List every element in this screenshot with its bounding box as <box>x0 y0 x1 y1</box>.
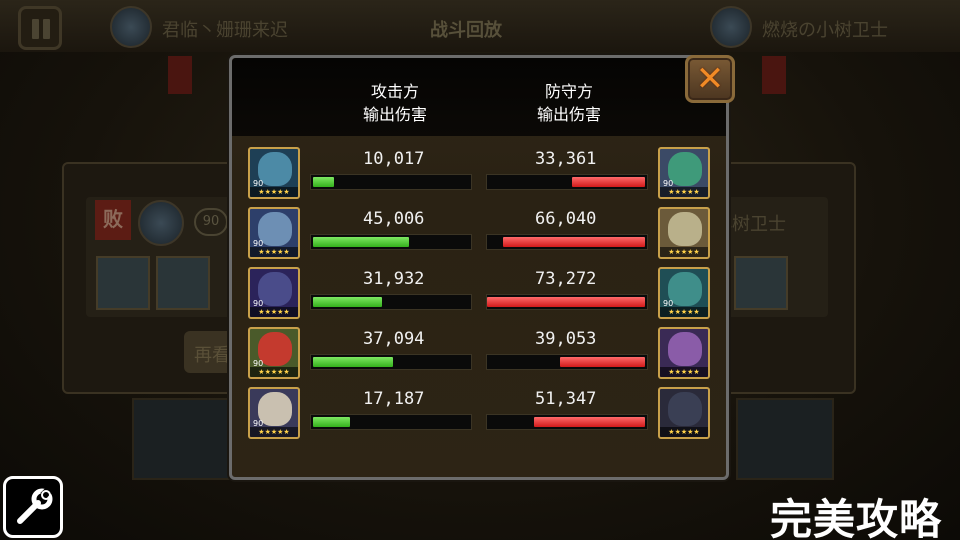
damage-row: 90 ★★★★★ 45,006 66,040 ★★★★★ <box>248 207 712 259</box>
pause-button[interactable] <box>18 6 62 50</box>
replay-button-label: 再看 <box>194 345 230 366</box>
defender-damage-bar <box>486 414 648 430</box>
defender-hero-portrait[interactable]: ★★★★★ <box>658 207 710 259</box>
hero-stars: ★★★★★ <box>660 247 708 257</box>
attacker-damage-fill <box>313 177 334 187</box>
defeat-badge: 败 <box>95 200 131 240</box>
attacker-hero-portrait[interactable]: 90 ★★★★★ <box>248 267 300 319</box>
defender-name: 燃烧の小树卫士 <box>762 20 888 41</box>
attacker-hero-portrait[interactable]: 90 ★★★★★ <box>248 147 300 199</box>
defender-damage-fill <box>487 297 645 307</box>
damage-row: 90 ★★★★★ 31,932 73,272 90 ★★★★★ <box>248 267 712 319</box>
attacker-damage-fill <box>313 237 409 247</box>
attacker-name: 君临丶姗珊来迟 <box>162 20 288 41</box>
attacker-damage-value: 37,094 <box>363 329 425 349</box>
player-avatar <box>138 200 184 246</box>
damage-row: 90 ★★★★★ 17,187 51,347 ★★★★★ <box>248 387 712 439</box>
hero-stars: ★★★★★ <box>660 307 708 317</box>
defender-hero-portrait[interactable]: 90 ★★★★★ <box>658 267 710 319</box>
defender-damage-value: 66,040 <box>535 209 597 229</box>
wrench-icon-graphic <box>17 487 53 524</box>
defender-damage-fill <box>534 417 645 427</box>
close-button[interactable]: ✕ <box>685 55 735 103</box>
player-level-badge: 90 <box>194 208 228 236</box>
defender-damage-bar <box>486 174 648 190</box>
attacker-damage-fill <box>313 417 350 427</box>
attacker-damage-bar <box>310 174 472 190</box>
bg-hero-slot <box>156 256 210 310</box>
close-icon: ✕ <box>695 59 725 99</box>
attacker-damage-bar <box>310 354 472 370</box>
defender-hero-portrait[interactable]: ★★★★★ <box>658 387 710 439</box>
defender-damage-fill <box>572 177 645 187</box>
attacker-damage-value: 17,187 <box>363 389 425 409</box>
hero-stars: ★★★★★ <box>250 427 298 437</box>
hero-face <box>668 212 702 246</box>
defender-damage-bar <box>486 294 648 310</box>
bg-hero-card <box>132 398 230 480</box>
attacker-column-header: 攻击方 输出伤害 <box>350 80 440 126</box>
hero-stars: ★★★★★ <box>660 427 708 437</box>
attacker-banner <box>168 56 192 94</box>
defender-damage-fill <box>560 357 645 367</box>
attacker-damage-fill <box>313 297 382 307</box>
defender-hero-portrait[interactable]: 90 ★★★★★ <box>658 147 710 199</box>
attacker-damage-bar <box>310 234 472 250</box>
defender-damage-value: 51,347 <box>535 389 597 409</box>
defender-damage-value: 73,272 <box>535 269 597 289</box>
defender-damage-fill <box>503 237 645 247</box>
defender-header-line2: 输出伤害 <box>536 105 601 124</box>
bg-hero-card <box>736 398 834 480</box>
hero-stars: ★★★★★ <box>660 187 708 197</box>
attacker-hero-portrait[interactable]: 90 ★★★★★ <box>248 207 300 259</box>
attacker-header-line1: 攻击方 <box>370 82 419 101</box>
attacker-header-line2: 输出伤害 <box>362 105 427 124</box>
defender-damage-value: 39,053 <box>535 329 597 349</box>
hero-face <box>668 332 702 366</box>
hero-stars: ★★★★★ <box>250 307 298 317</box>
defender-header-line1: 防守方 <box>544 82 593 101</box>
attacker-damage-bar <box>310 294 472 310</box>
bg-hero-slot <box>96 256 150 310</box>
defender-column-header: 防守方 输出伤害 <box>524 80 614 126</box>
attacker-hero-portrait[interactable]: 90 ★★★★★ <box>248 327 300 379</box>
bg-hero-slot <box>734 256 788 310</box>
defender-banner <box>762 56 786 94</box>
defender-damage-value: 33,361 <box>535 149 597 169</box>
wrench-icon[interactable] <box>3 476 63 538</box>
attacker-damage-bar <box>310 414 472 430</box>
attacker-hero-portrait[interactable]: 90 ★★★★★ <box>248 387 300 439</box>
watermark-text: 完美攻略 <box>770 495 943 540</box>
hero-stars: ★★★★★ <box>250 367 298 377</box>
hero-stars: ★★★★★ <box>660 367 708 377</box>
defender-hero-portrait[interactable]: ★★★★★ <box>658 327 710 379</box>
battle-replay-title: 战斗回放 <box>430 20 502 41</box>
hero-stars: ★★★★★ <box>250 247 298 257</box>
attacker-damage-fill <box>313 357 393 367</box>
hero-face <box>668 392 702 426</box>
attacker-damage-value: 31,932 <box>363 269 425 289</box>
dialog-header: 攻击方 输出伤害 防守方 输出伤害 <box>232 58 726 136</box>
defender-damage-bar <box>486 234 648 250</box>
damage-row: 90 ★★★★★ 10,017 33,361 90 ★★★★★ <box>248 147 712 199</box>
hero-stars: ★★★★★ <box>250 187 298 197</box>
attacker-damage-value: 45,006 <box>363 209 425 229</box>
defender-damage-bar <box>486 354 648 370</box>
attacker-avatar <box>110 6 152 48</box>
defender-avatar <box>710 6 752 48</box>
attacker-damage-value: 10,017 <box>363 149 425 169</box>
damage-row: 90 ★★★★★ 37,094 39,053 ★★★★★ <box>248 327 712 379</box>
